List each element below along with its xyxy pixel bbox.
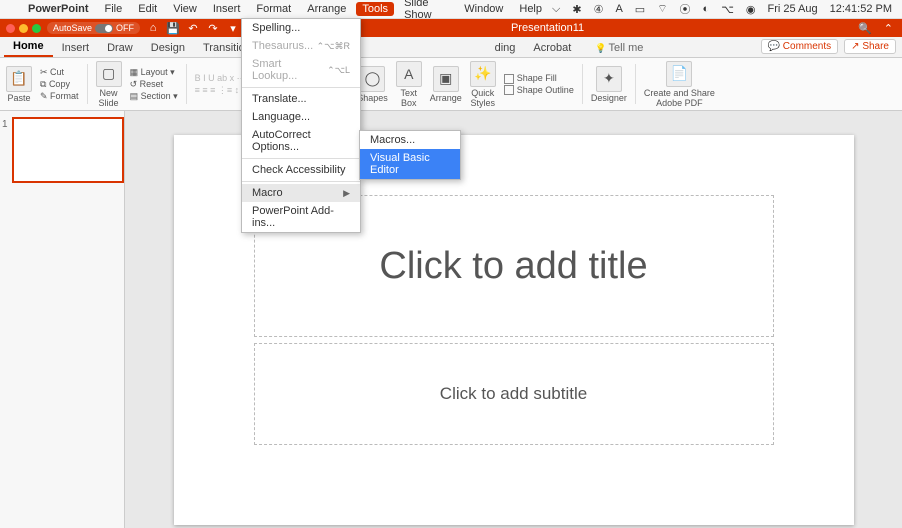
menu-format[interactable]: Format	[250, 2, 297, 16]
user-icon[interactable]: ◐	[699, 3, 714, 15]
menubar-date[interactable]: Fri 25 Aug	[763, 3, 821, 15]
shape-outline-button[interactable]: Shape Outline	[504, 85, 574, 96]
macro-macros[interactable]: Macros...	[360, 131, 460, 149]
traffic-lights	[6, 24, 41, 33]
ribbon-home: 📋Paste ✂ Cut ⧉ Copy ✎ Format ▢New Slide …	[0, 58, 902, 111]
reset-button[interactable]: ↺ Reset	[130, 79, 178, 90]
menu-insert[interactable]: Insert	[207, 2, 247, 16]
menu-view[interactable]: View	[167, 2, 203, 16]
menu-arrange[interactable]: Arrange	[301, 2, 352, 16]
app-menu[interactable]: PowerPoint	[22, 2, 95, 16]
save-icon[interactable]: 💾	[166, 21, 180, 35]
comments-button[interactable]: 💬 Comments	[761, 39, 839, 54]
tell-me-search[interactable]: Tell me	[586, 39, 652, 57]
layout-button[interactable]: ▦ Layout ▾	[130, 67, 178, 78]
para-group-disabled: ≡ ≡ ≡ ⋮≡ ↕	[195, 85, 246, 96]
macro-vbe[interactable]: Visual Basic Editor	[360, 149, 460, 179]
slide-number: 1	[2, 119, 8, 130]
ribbon-toggle-icon[interactable]: ⌃	[881, 22, 896, 35]
tools-accessibility[interactable]: Check Accessibility	[242, 161, 360, 179]
tab-draw[interactable]: Draw	[98, 39, 142, 57]
minimize-window-button[interactable]	[19, 24, 28, 33]
spotlight-icon[interactable]: ⦿	[676, 1, 695, 17]
zoom-window-button[interactable]	[32, 24, 41, 33]
tab-acrobat[interactable]: Acrobat	[524, 39, 580, 57]
tools-thesaurus: Thesaurus...⌃⌥⌘R	[242, 37, 360, 55]
keyboard-icon[interactable]: A	[611, 3, 626, 15]
macro-submenu: Macros... Visual Basic Editor	[359, 130, 461, 180]
siri-icon[interactable]: ◉	[742, 3, 760, 16]
menu-edit[interactable]: Edit	[132, 2, 163, 16]
menu-slideshow[interactable]: Slide Show	[398, 0, 454, 22]
menubar-status: ⌵ ✱ ④ A ▭ ⌔ ⦿ ◐ ⌥ ◉ Fri 25 Aug 12:41:52 …	[548, 1, 896, 17]
font-group-disabled: B I U ab x ⋯	[195, 73, 246, 84]
tab-design[interactable]: Design	[142, 39, 194, 57]
tools-translate[interactable]: Translate...	[242, 90, 360, 108]
tools-smartlookup: Smart Lookup...⌃⌥L	[242, 55, 360, 85]
battery-icon[interactable]: ▭	[631, 3, 649, 16]
menu-window[interactable]: Window	[458, 2, 509, 16]
slide-thumbnail-panel[interactable]: 1	[0, 111, 125, 528]
tools-language[interactable]: Language...	[242, 108, 360, 126]
undo-icon[interactable]: ↶	[186, 21, 200, 35]
close-window-button[interactable]	[6, 24, 15, 33]
tab-insert[interactable]: Insert	[53, 39, 99, 57]
tools-dropdown: Spelling... Thesaurus...⌃⌥⌘R Smart Looku…	[241, 18, 361, 233]
tools-macro[interactable]: Macro▶	[242, 184, 360, 202]
menu-file[interactable]: File	[99, 2, 129, 16]
autosave-toggle[interactable]: AutoSaveOFF	[47, 22, 140, 34]
tab-recording[interactable]: ding	[486, 39, 525, 57]
shape-fill-button[interactable]: Shape Fill	[504, 73, 574, 84]
copy-button[interactable]: ⧉ Copy	[40, 79, 79, 90]
bluetooth-icon[interactable]: ⌵	[548, 3, 564, 16]
new-slide-button[interactable]: ▢New Slide	[96, 61, 122, 108]
designer-button[interactable]: ✦Designer	[591, 66, 627, 103]
dropdown-icon[interactable]: ▾	[226, 21, 240, 35]
clock-icon[interactable]: ④	[590, 3, 608, 16]
menubar-time[interactable]: 12:41:52 PM	[826, 3, 896, 15]
menu-help[interactable]: Help	[513, 2, 548, 16]
menu-tools[interactable]: Tools	[356, 2, 394, 16]
subtitle-placeholder[interactable]: Click to add subtitle	[254, 343, 774, 445]
section-button[interactable]: ▤ Section ▾	[130, 91, 178, 102]
redo-icon[interactable]: ↷	[206, 21, 220, 35]
arrange-button[interactable]: ▣Arrange	[430, 66, 462, 103]
cut-button[interactable]: ✂ Cut	[40, 67, 79, 78]
ribbon-tabs: Home Insert Draw Design Transitions Anim…	[0, 37, 902, 58]
tools-addins[interactable]: PowerPoint Add-ins...	[242, 202, 360, 232]
search-icon[interactable]: 🔍	[855, 22, 875, 35]
chevron-right-icon: ▶	[343, 188, 350, 199]
share-button[interactable]: ↗ Share	[844, 39, 896, 54]
format-painter-button[interactable]: ✎ Format	[40, 91, 79, 102]
mac-menubar: PowerPoint File Edit View Insert Format …	[0, 0, 902, 19]
slide-thumbnail-1[interactable]: 1	[12, 117, 124, 183]
tab-home[interactable]: Home	[4, 37, 53, 57]
home-icon[interactable]: ⌂	[146, 21, 160, 35]
textbox-button[interactable]: AText Box	[396, 61, 422, 108]
shapes-button[interactable]: ◯Shapes	[357, 66, 388, 103]
control-center-icon[interactable]: ⌥	[717, 3, 738, 16]
paste-button[interactable]: 📋Paste	[6, 66, 32, 103]
wifi-icon[interactable]: ⌔	[653, 2, 671, 16]
tools-autocorrect[interactable]: AutoCorrect Options...	[242, 126, 360, 156]
adobe-pdf-button[interactable]: 📄Create and Share Adobe PDF	[644, 61, 715, 108]
quick-styles-button[interactable]: ✨Quick Styles	[470, 61, 496, 108]
asterisk-icon[interactable]: ✱	[568, 3, 585, 16]
tools-spelling[interactable]: Spelling...	[242, 19, 360, 37]
